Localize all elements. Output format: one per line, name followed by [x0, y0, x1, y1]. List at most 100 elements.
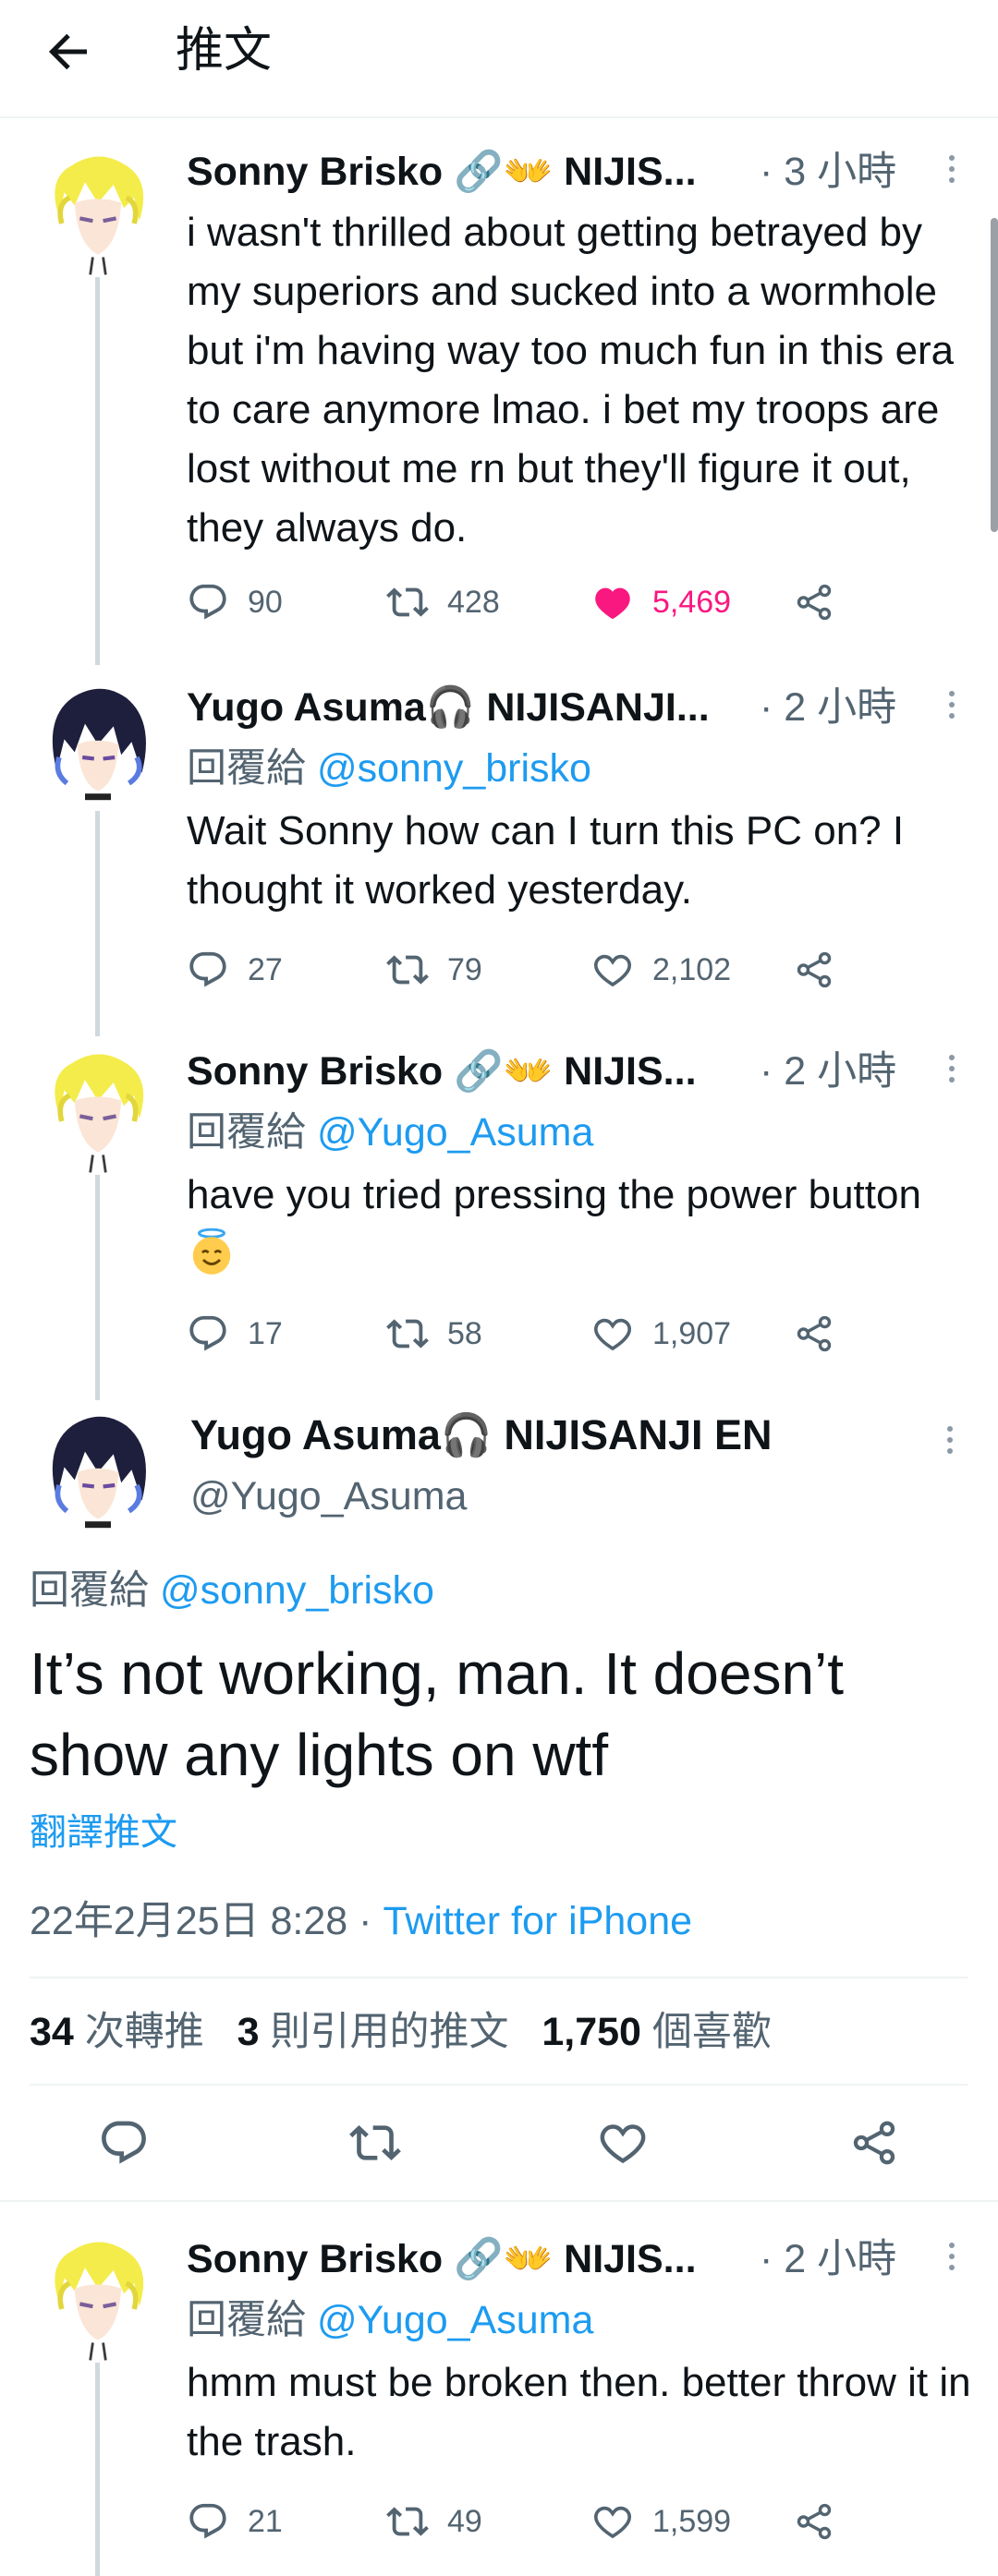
display-name[interactable]: Sonny Brisko 🔗👐 NIJIS...: [187, 1044, 697, 1099]
reply-prefix: 回覆給: [187, 746, 306, 791]
tweet-actions: 17 58 1,907: [187, 1306, 834, 1361]
reply-prefix: 回覆給: [187, 1110, 306, 1155]
tweet-actions: 90 428 5,469: [187, 574, 834, 630]
back-arrow-icon[interactable]: [41, 24, 96, 79]
display-name[interactable]: Sonny Brisko 🔗👐 NIJIS...: [187, 144, 697, 200]
display-name[interactable]: Sonny Brisko 🔗👐 NIJIS...: [187, 2231, 697, 2287]
like-button[interactable]: 2,102: [591, 942, 731, 998]
tweet-stats: 34 次轉推 3 則引用的推文 1,750 個喜歡: [30, 2004, 772, 2060]
retweet-icon: [386, 581, 429, 623]
quote-label: 則引用的推文: [270, 2010, 509, 2054]
timestamp[interactable]: · 3 小時: [760, 144, 896, 200]
avatar[interactable]: [33, 2231, 163, 2361]
retweet-icon: [349, 2117, 401, 2169]
tweet-reply[interactable]: Sonny Brisko 🔗👐 NIJIS... · 2 小時 回覆給 @Yug…: [0, 2226, 998, 2576]
reply-count: 27: [248, 951, 283, 987]
reply-icon: [187, 1312, 229, 1355]
more-options-icon[interactable]: [943, 150, 961, 194]
retweet-count: 428: [447, 584, 500, 620]
retweet-label: 次轉推: [84, 2010, 204, 2054]
reply-button[interactable]: 17: [187, 1306, 283, 1361]
avatar[interactable]: [33, 146, 163, 275]
like-button[interactable]: 1,599: [591, 2494, 731, 2549]
reply-button[interactable]: 90: [187, 574, 283, 630]
share-button[interactable]: [793, 1306, 835, 1361]
like-count: 5,469: [652, 584, 732, 620]
tweet-1[interactable]: Sonny Brisko 🔗👐 NIJIS... · 3 小時 i wasn't…: [0, 139, 998, 665]
reply-to: 回覆給 @sonny_brisko: [30, 1561, 434, 1620]
angel-emoji-icon: [187, 1227, 237, 1276]
like-button[interactable]: 5,469: [591, 574, 731, 630]
divider: [0, 2200, 998, 2202]
reply-icon: [187, 949, 229, 991]
reply-button[interactable]: [98, 2117, 153, 2172]
tweet-3[interactable]: Sonny Brisko 🔗👐 NIJIS... · 2 小時 回覆給 @Yug…: [0, 1038, 998, 1400]
like-count: 1,599: [652, 2503, 732, 2539]
top-bar: 推文: [0, 0, 998, 118]
like-label: 個喜歡: [651, 2010, 772, 2054]
reply-handle-link[interactable]: @sonny_brisko: [317, 746, 591, 791]
avatar[interactable]: [33, 1408, 163, 1537]
avatar[interactable]: [33, 680, 163, 809]
tweet-text-content: have you tried pressing the power button: [187, 1172, 921, 1217]
retweet-icon: [386, 2500, 429, 2543]
retweet-icon: [386, 949, 429, 991]
user-handle[interactable]: @Yugo_Asuma: [190, 1469, 467, 1524]
tweet-header: Sonny Brisko 🔗👐 NIJIS... · 2 小時: [187, 1044, 981, 1101]
timestamp[interactable]: · 2 小時: [760, 2231, 896, 2287]
avatar[interactable]: [33, 1044, 163, 1173]
reply-handle-link[interactable]: @Yugo_Asuma: [317, 1110, 593, 1155]
like-stat[interactable]: 1,750 個喜歡: [542, 2010, 772, 2054]
retweet-icon: [386, 1312, 429, 1355]
tweet-header: Sonny Brisko 🔗👐 NIJIS... · 2 小時: [187, 2231, 981, 2289]
retweet-button[interactable]: [349, 2117, 405, 2172]
translate-tweet-link[interactable]: 翻譯推文: [30, 1807, 177, 1858]
more-options-icon[interactable]: [943, 2237, 961, 2281]
reply-handle-link[interactable]: @sonny_brisko: [160, 1568, 434, 1613]
retweet-total: 34: [30, 2010, 74, 2054]
timestamp[interactable]: · 2 小時: [760, 1044, 896, 1099]
thread-line: [95, 277, 100, 665]
retweet-button[interactable]: 79: [386, 942, 482, 998]
display-name[interactable]: Yugo Asuma🎧 NIJISANJI EN: [190, 1408, 773, 1463]
more-options-icon[interactable]: [943, 1049, 961, 1094]
reply-button[interactable]: 21: [187, 2494, 283, 2549]
retweet-count: 49: [447, 2503, 482, 2539]
tweet-2[interactable]: Yugo Asuma🎧 NIJISANJI... · 2 小時 回覆給 @son…: [0, 674, 998, 1036]
tweet-header: Sonny Brisko 🔗👐 NIJIS... · 3 小時: [187, 144, 981, 201]
like-count: 2,102: [652, 951, 732, 987]
like-button[interactable]: 1,907: [591, 1306, 731, 1361]
like-button[interactable]: [597, 2117, 652, 2172]
thread-line: [95, 2363, 100, 2576]
share-button[interactable]: [793, 2494, 835, 2549]
heart-filled-icon: [591, 581, 634, 623]
share-button[interactable]: [793, 942, 835, 998]
retweet-count: 79: [447, 951, 482, 987]
more-options-icon[interactable]: [941, 1421, 959, 1465]
reply-icon: [98, 2117, 150, 2169]
reply-prefix: 回覆給: [187, 2298, 306, 2342]
thread-line: [95, 811, 100, 1036]
reply-to: 回覆給 @Yugo_Asuma: [187, 2291, 593, 2350]
tweet-source-link[interactable]: Twitter for iPhone: [383, 1899, 692, 1943]
reply-prefix: 回覆給: [30, 1568, 149, 1613]
retweet-button[interactable]: 49: [386, 2494, 482, 2549]
page-title: 推文: [176, 24, 273, 78]
heart-icon: [597, 2117, 649, 2169]
reply-icon: [187, 581, 229, 623]
more-options-icon[interactable]: [943, 685, 961, 730]
divider: [30, 1977, 968, 1978]
reply-icon: [187, 2500, 229, 2543]
retweet-button[interactable]: 428: [386, 574, 500, 630]
timestamp[interactable]: · 2 小時: [760, 680, 896, 735]
retweet-stat[interactable]: 34 次轉推: [30, 2010, 204, 2054]
quote-stat[interactable]: 3 則引用的推文: [237, 2010, 509, 2054]
reply-button[interactable]: 27: [187, 942, 283, 998]
reply-handle-link[interactable]: @Yugo_Asuma: [317, 2298, 593, 2342]
share-button[interactable]: [848, 2117, 904, 2172]
retweet-count: 58: [447, 1315, 482, 1351]
tweet-text: hmm must be broken then. better throw it…: [187, 2360, 971, 2464]
display-name[interactable]: Yugo Asuma🎧 NIJISANJI...: [187, 680, 710, 735]
share-button[interactable]: [793, 574, 835, 630]
retweet-button[interactable]: 58: [386, 1306, 482, 1361]
